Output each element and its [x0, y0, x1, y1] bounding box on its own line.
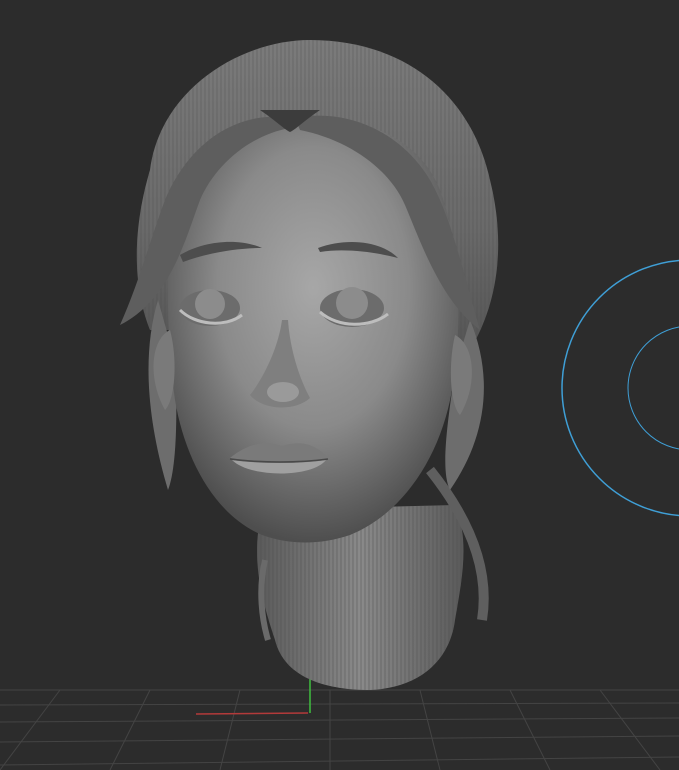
brush-cursor-icon[interactable] [561, 259, 679, 517]
3d-viewport[interactable] [0, 0, 679, 770]
floor-grid-icon [0, 689, 679, 770]
nose-tip [267, 382, 299, 402]
viewport-canvas[interactable] [0, 0, 679, 770]
x-axis-icon [195, 712, 309, 715]
